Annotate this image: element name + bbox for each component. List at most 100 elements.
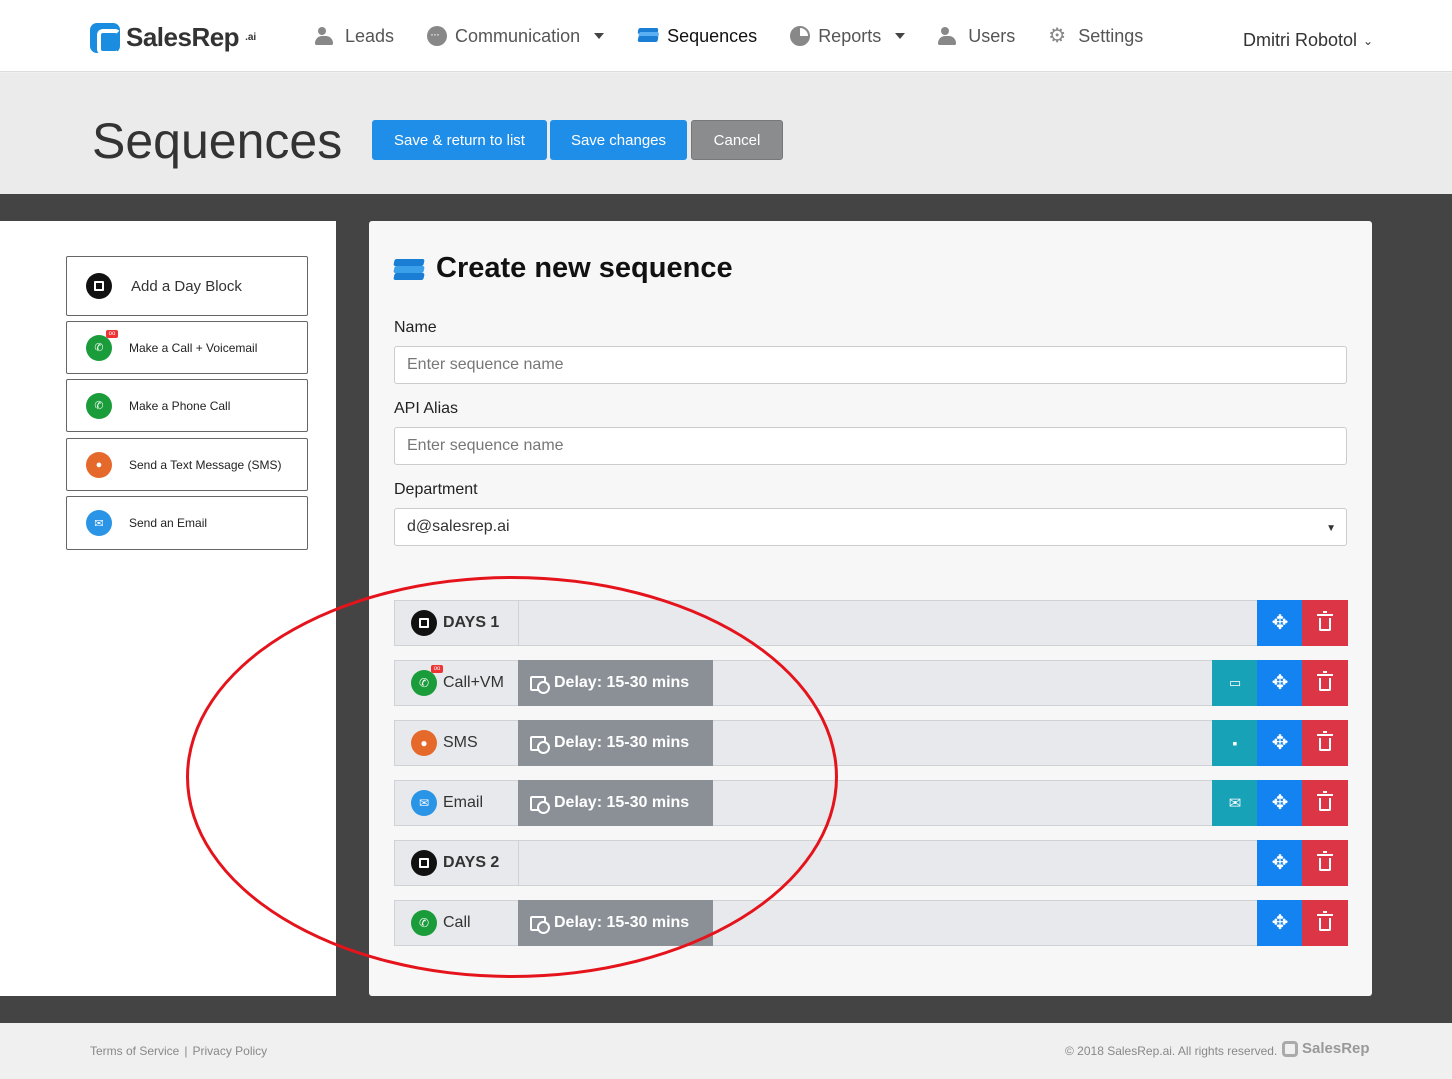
save-changes-button[interactable]: Save changes (550, 120, 687, 160)
delete-button[interactable] (1302, 900, 1348, 946)
delete-button[interactable] (1302, 720, 1348, 766)
row-type: ● SMS (395, 721, 519, 765)
trash-icon (1317, 791, 1333, 811)
sequence-name-input[interactable]: Enter sequence name (394, 346, 1347, 384)
day-block-row[interactable]: DAYS 2 ✥ (394, 840, 1348, 886)
step-row[interactable]: ✆ oo Call+VM Delay: 15-30 mins ▭ ✥ (394, 660, 1348, 706)
users-icon (315, 26, 337, 46)
calendar-clock-icon (530, 675, 550, 694)
move-button[interactable]: ✥ (1257, 600, 1303, 646)
footer-links: Terms of Service | Privacy Policy (90, 1044, 267, 1058)
tool-label: Make a Call + Voicemail (129, 340, 258, 355)
chat-icon (427, 26, 448, 46)
chevron-down-icon: ⌄ (1363, 33, 1374, 48)
nav-sequences[interactable]: Sequences (637, 26, 757, 47)
brand-logo[interactable]: SalesRep .ai (90, 22, 256, 55)
user-menu[interactable]: Dmitri Robotol ⌄ (1243, 30, 1373, 51)
alias-placeholder: Enter sequence name (407, 437, 564, 454)
step-row[interactable]: ✆ Call Delay: 15-30 mins ✥ (394, 900, 1348, 946)
tool-add-day-block[interactable]: Add a Day Block (66, 256, 308, 316)
calendar-clock-icon (530, 735, 550, 754)
api-alias-label: API Alias (394, 400, 459, 417)
caret-down-icon (594, 33, 605, 39)
panel-header: Create new sequence (393, 252, 733, 285)
row-label: Email (443, 794, 484, 811)
delay-badge[interactable]: Delay: 15-30 mins (518, 780, 713, 826)
nav-leads-label: Leads (345, 25, 395, 46)
delay-text: Delay: 15-30 mins (554, 794, 690, 811)
delay-badge[interactable]: Delay: 15-30 mins (518, 900, 713, 946)
tool-label: Add a Day Block (131, 277, 242, 295)
department-select[interactable]: d@salesrep.ai ▼ (394, 508, 1347, 546)
trash-icon (1317, 731, 1333, 751)
move-button[interactable]: ✥ (1257, 900, 1303, 946)
nav-settings[interactable]: ⚙ Settings (1048, 26, 1143, 47)
move-button[interactable]: ✥ (1257, 780, 1303, 826)
envelope-icon: ✉ (1228, 795, 1242, 812)
move-button[interactable]: ✥ (1257, 660, 1303, 706)
message-button[interactable]: ▪ (1212, 720, 1258, 766)
move-icon: ✥ (1271, 732, 1289, 754)
sms-icon: ● (86, 451, 112, 478)
tool-send-email[interactable]: ✉ Send an Email (66, 496, 308, 550)
nav-reports-label: Reports (818, 25, 882, 46)
caret-down-icon (895, 33, 906, 39)
message-icon: ▪ (1232, 735, 1238, 751)
nav-communication[interactable]: Communication (427, 26, 605, 47)
row-label: SMS (443, 734, 478, 751)
delay-text: Delay: 15-30 mins (554, 674, 690, 691)
tool-phone-call[interactable]: ✆ Make a Phone Call (66, 379, 308, 432)
row-type: ✆ Call (395, 901, 519, 945)
salesrep-logo-icon (1282, 1040, 1298, 1057)
main-nav: Leads Communication Sequences Reports Us… (315, 0, 1176, 72)
calendar-clock-icon (530, 795, 550, 814)
delay-badge[interactable]: Delay: 15-30 mins (518, 660, 713, 706)
department-label: Department (394, 481, 478, 498)
day-block-row[interactable]: DAYS 1 ✥ (394, 600, 1348, 646)
step-row[interactable]: ● SMS Delay: 15-30 mins ▪ ✥ (394, 720, 1348, 766)
move-button[interactable]: ✥ (1257, 840, 1303, 886)
api-alias-input[interactable]: Enter sequence name (394, 427, 1347, 465)
voicemail-button[interactable]: ▭ (1212, 660, 1258, 706)
delete-button[interactable] (1302, 600, 1348, 646)
nav-sequences-label: Sequences (667, 25, 758, 46)
tool-call-voicemail[interactable]: ✆ oo Make a Call + Voicemail (66, 321, 308, 374)
row-type: ✉ Email (395, 781, 519, 825)
terms-link[interactable]: Terms of Service (90, 1044, 179, 1058)
cancel-button[interactable]: Cancel (691, 120, 783, 160)
day-block-icon (86, 273, 112, 299)
top-navbar: SalesRep .ai Leads Communication Sequenc… (0, 0, 1452, 72)
row-type: ✆ oo Call+VM (395, 661, 519, 705)
row-label: Call (443, 914, 471, 931)
tool-send-sms[interactable]: ● Send a Text Message (SMS) (66, 438, 308, 491)
user-name: Dmitri Robotol (1243, 30, 1358, 50)
layers-icon (393, 255, 425, 283)
step-row[interactable]: ✉ Email Delay: 15-30 mins ✉ ✥ (394, 780, 1348, 826)
move-button[interactable]: ✥ (1257, 720, 1303, 766)
save-and-return-button[interactable]: Save & return to list (372, 120, 547, 160)
delete-button[interactable] (1302, 660, 1348, 706)
delete-button[interactable] (1302, 840, 1348, 886)
sms-icon: ● (411, 730, 437, 756)
voicemail-icon: ▭ (1228, 675, 1242, 690)
trash-icon (1317, 851, 1333, 871)
layers-icon (637, 26, 659, 46)
delay-badge[interactable]: Delay: 15-30 mins (518, 720, 713, 766)
move-icon: ✥ (1271, 912, 1289, 934)
phone-icon: ✆ (86, 392, 112, 419)
row-type: DAYS 1 (395, 601, 519, 645)
footer-divider: | (184, 1044, 188, 1058)
caret-down-icon: ▼ (1326, 523, 1336, 534)
nav-users[interactable]: Users (938, 26, 1015, 47)
delete-button[interactable] (1302, 780, 1348, 826)
envelope-button[interactable]: ✉ (1212, 780, 1258, 826)
trash-icon (1317, 911, 1333, 931)
email-icon: ✉ (411, 790, 437, 816)
name-placeholder: Enter sequence name (407, 356, 564, 373)
gear-icon: ⚙ (1048, 25, 1067, 47)
move-icon: ✥ (1271, 672, 1289, 694)
salesrep-logo-icon (90, 22, 121, 55)
nav-reports[interactable]: Reports (790, 25, 906, 47)
privacy-link[interactable]: Privacy Policy (192, 1044, 267, 1058)
nav-leads[interactable]: Leads (315, 26, 394, 47)
